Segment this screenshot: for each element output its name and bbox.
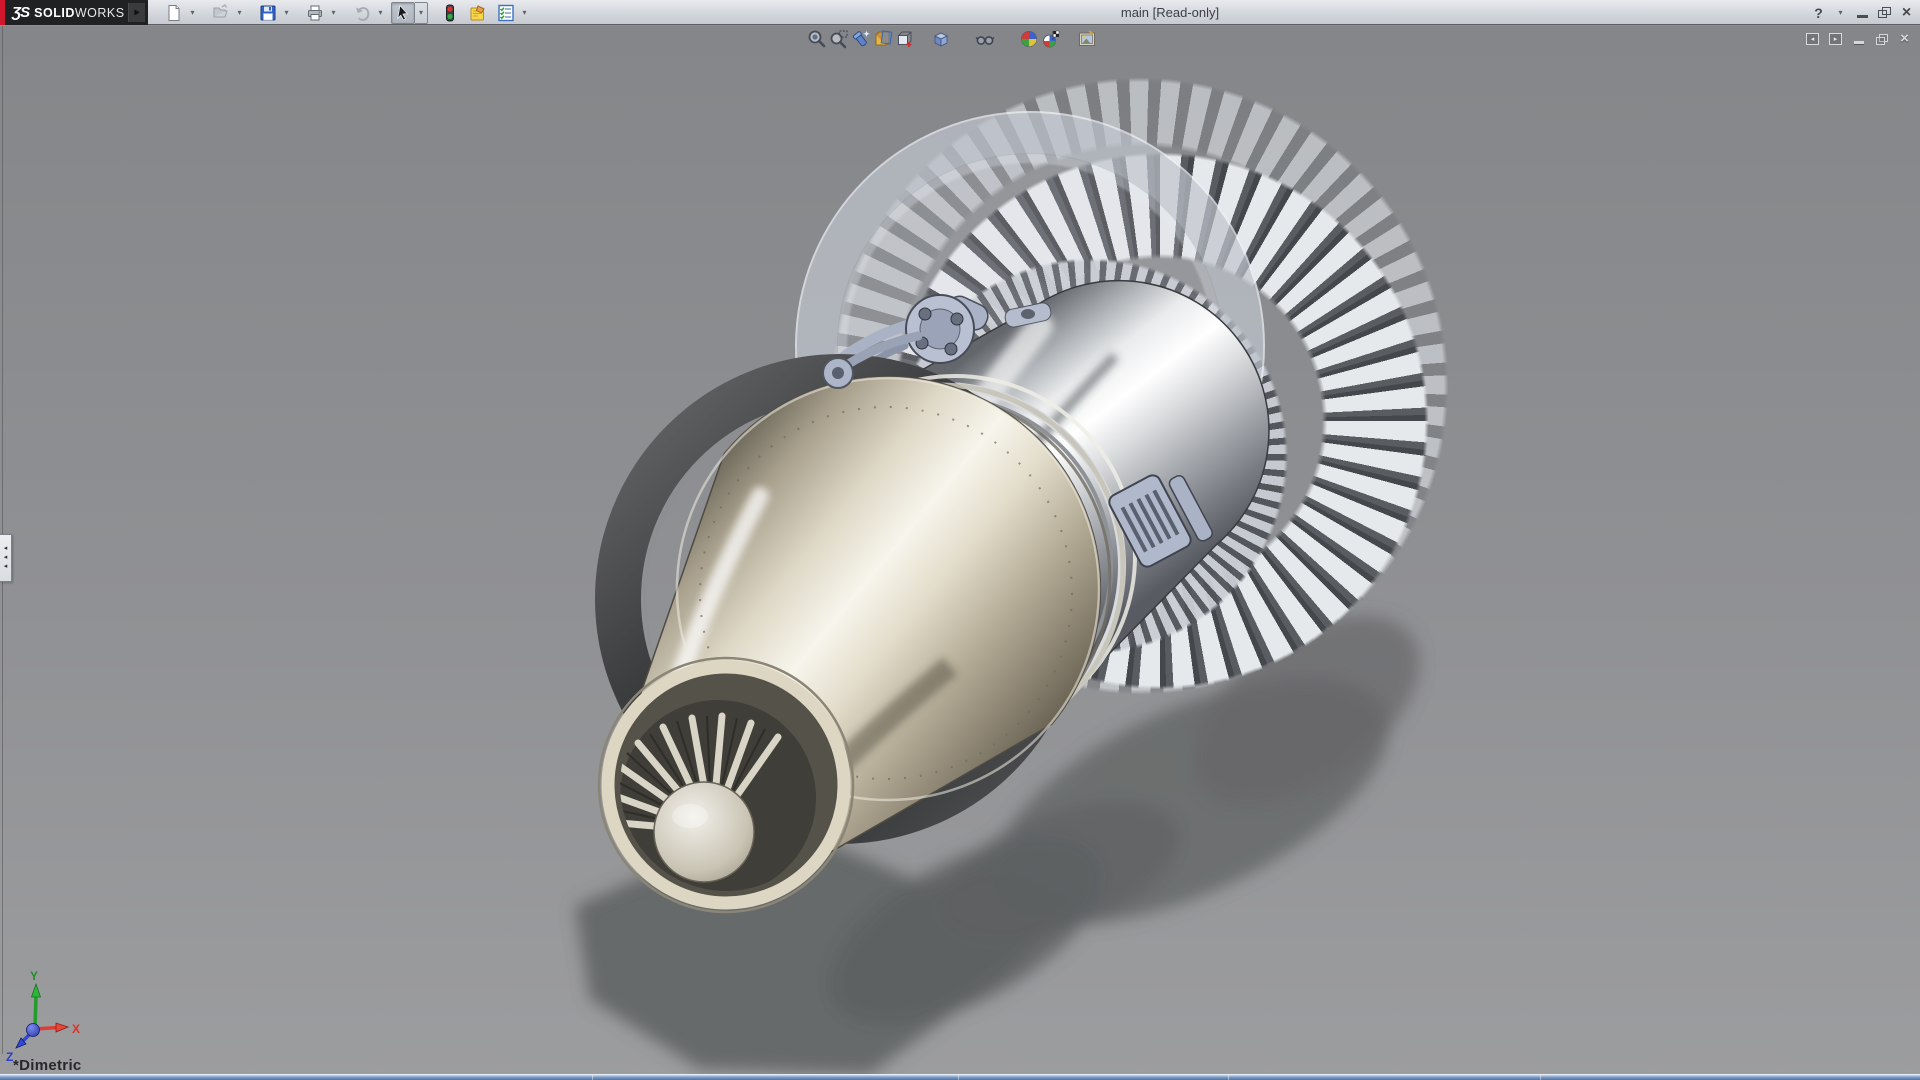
window-title: main [Read-only] — [1040, 0, 1300, 25]
hide-show-items-button[interactable] — [974, 28, 996, 50]
options-checklist-icon — [497, 4, 515, 22]
reference-triad: Y X Z — [0, 956, 130, 1068]
brand-name: SOLIDWORKS — [34, 6, 124, 20]
section-view-button[interactable] — [872, 28, 894, 50]
pane-right-icon: ▸ — [1829, 33, 1842, 45]
save-dropdown[interactable]: ▾ — [280, 2, 293, 24]
model-viewport[interactable]: ◂ ▸ × ◂ ◂ ◂ Y X Z *Dimetric — [0, 26, 1920, 1080]
zoom-to-fit-icon — [807, 29, 827, 49]
undo-dropdown[interactable]: ▾ — [374, 2, 387, 24]
eyeglasses-icon — [975, 29, 995, 49]
new-document-dropdown[interactable]: ▾ — [186, 2, 199, 24]
triad-x-label: X — [72, 1022, 80, 1036]
close-button[interactable]: × — [1899, 3, 1914, 23]
note-icon — [469, 4, 487, 22]
main-toolbar: ▾ ▾ ▾ — [162, 0, 531, 25]
restore-document-button[interactable] — [1874, 32, 1889, 46]
select-button[interactable] — [391, 2, 415, 24]
scene-ball-flag-icon — [1041, 29, 1061, 49]
titlebar-controls: ? ▾ × — [1811, 0, 1914, 25]
edit-annotation-button[interactable] — [466, 2, 490, 24]
display-style-button[interactable] — [930, 28, 952, 50]
print-dropdown[interactable]: ▾ — [327, 2, 340, 24]
edit-appearance-button[interactable] — [1018, 28, 1040, 50]
taskbar-edge — [0, 1074, 1920, 1080]
print-icon — [306, 4, 324, 22]
new-document-button[interactable] — [162, 2, 186, 24]
select-dropdown[interactable]: ▾ — [415, 2, 428, 24]
restore-icon — [1878, 7, 1891, 18]
pane-arrow-icon: ◂ — [4, 563, 8, 571]
pane-arrow-icon: ◂ — [4, 554, 8, 562]
restore-button[interactable] — [1877, 3, 1892, 23]
options-dropdown[interactable]: ▾ — [518, 2, 531, 24]
options-button[interactable] — [494, 2, 518, 24]
dassault-3ds-icon: ƷS — [12, 4, 29, 21]
collapse-pane-button[interactable]: ◂ — [1805, 32, 1820, 46]
zoom-to-area-icon — [829, 29, 849, 49]
zoom-to-fit-button[interactable] — [806, 28, 828, 50]
open-document-button[interactable] — [209, 2, 233, 24]
help-dropdown[interactable]: ▾ — [1833, 3, 1848, 23]
section-view-icon — [873, 29, 893, 49]
engine-model — [0, 26, 1920, 1080]
view-orientation-label: *Dimetric — [13, 1057, 82, 1074]
view-orientation-icon — [895, 29, 915, 49]
expand-pane-button[interactable]: ▸ — [1828, 32, 1843, 46]
restore-icon — [1876, 34, 1888, 45]
menu-expander-button[interactable]: ▸ — [128, 3, 145, 22]
rebuild-stoplight-button[interactable] — [438, 2, 462, 24]
view-settings-button[interactable] — [1076, 28, 1098, 50]
apply-scene-button[interactable] — [1040, 28, 1062, 50]
pane-left-icon: ◂ — [1806, 33, 1819, 45]
open-document-icon — [212, 4, 230, 22]
open-document-dropdown[interactable]: ▾ — [233, 2, 246, 24]
triad-y-label: Y — [30, 969, 38, 983]
magnified-selection-icon — [851, 29, 871, 49]
magnified-selection-button[interactable] — [850, 28, 872, 50]
new-document-icon — [165, 4, 183, 22]
solidworks-logo: ƷS SOLIDWORKS — [0, 0, 148, 25]
feature-tree-collapsed-tab[interactable]: ◂ ◂ ◂ — [0, 534, 12, 582]
minimize-button[interactable] — [1855, 3, 1870, 23]
minimize-icon — [1857, 15, 1868, 18]
undo-button[interactable] — [350, 2, 374, 24]
print-button[interactable] — [303, 2, 327, 24]
minimize-icon — [1854, 41, 1864, 44]
titlebar: ƷS SOLIDWORKS ▸ ▾ ▾ — [0, 0, 1920, 25]
close-document-button[interactable]: × — [1897, 32, 1912, 46]
document-window-controls: ◂ ▸ × — [1805, 32, 1912, 46]
select-cursor-icon — [394, 4, 412, 22]
undo-icon — [353, 4, 371, 22]
help-button[interactable]: ? — [1811, 3, 1826, 23]
stoplight-icon — [441, 4, 459, 22]
appearance-ball-icon — [1019, 29, 1039, 49]
view-orientation-button[interactable] — [894, 28, 916, 50]
minimize-document-button[interactable] — [1851, 32, 1866, 46]
brand-red-stripe — [0, 0, 5, 25]
display-style-icon — [931, 29, 951, 49]
pane-arrow-icon: ◂ — [4, 545, 8, 553]
save-button[interactable] — [256, 2, 280, 24]
save-icon — [259, 4, 277, 22]
headsup-view-toolbar — [806, 28, 1098, 50]
cone-hub — [654, 782, 754, 882]
zoom-to-area-button[interactable] — [828, 28, 850, 50]
view-settings-icon — [1077, 29, 1097, 49]
